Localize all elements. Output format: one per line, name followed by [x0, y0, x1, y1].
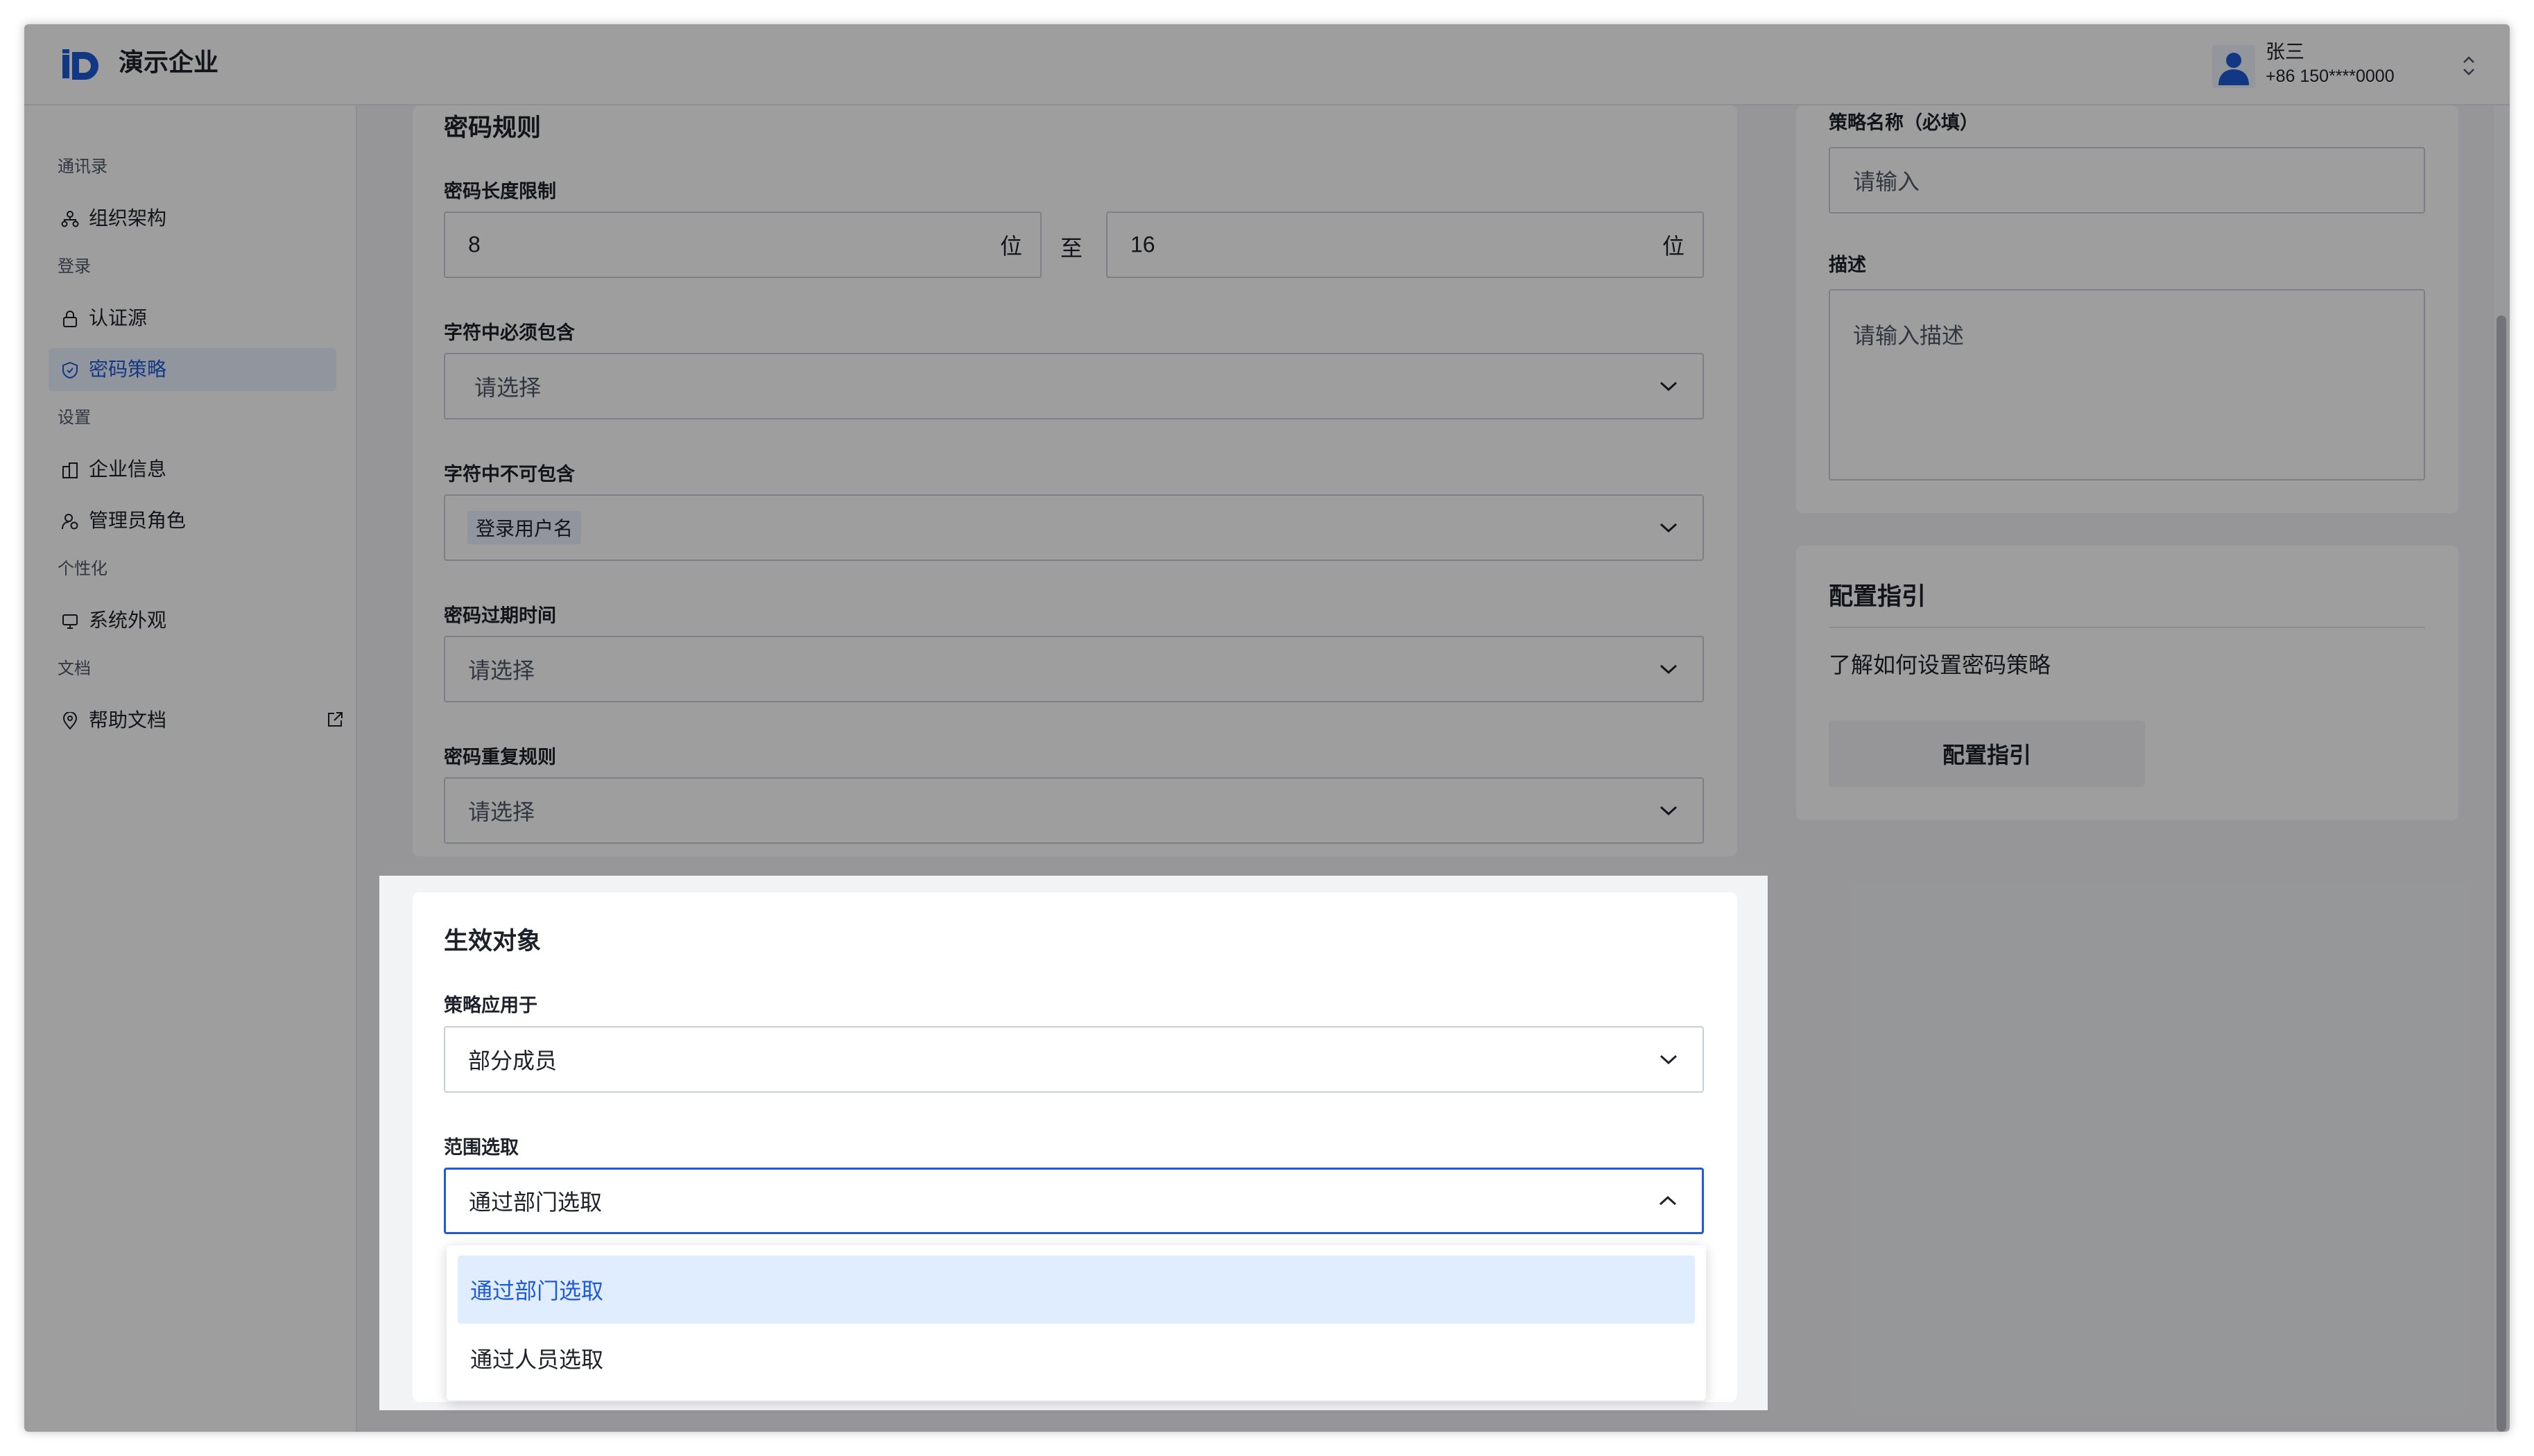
option-label: 通过人员选取 [470, 1347, 604, 1372]
spotlight-overlay [1768, 876, 2510, 1432]
scope-select[interactable]: 通过部门选取 [444, 1168, 1704, 1234]
chevron-down-icon [1660, 1055, 1678, 1065]
apply-to-select[interactable]: 部分成员 [444, 1026, 1704, 1093]
apply-to-label: 策略应用于 [444, 995, 537, 1016]
chevron-up-icon [1659, 1195, 1677, 1206]
spotlight-overlay [24, 24, 2510, 876]
scope-dropdown-menu: 通过部门选取 通过人员选取 [447, 1245, 1706, 1401]
dropdown-option-by-department[interactable]: 通过部门选取 [458, 1256, 1695, 1324]
app-window: 演示企业 张三 +86 150****0000 通讯录 组织架构 登录 认证源 … [24, 24, 2510, 1432]
option-label: 通过部门选取 [470, 1279, 604, 1303]
spotlight-overlay [379, 1410, 1768, 1432]
scope-label: 范围选取 [444, 1137, 519, 1158]
apply-to-value: 部分成员 [468, 1048, 558, 1073]
dropdown-option-by-member[interactable]: 通过人员选取 [458, 1324, 1695, 1392]
scope-value: 通过部门选取 [469, 1190, 603, 1215]
spotlight-overlay [24, 876, 379, 1432]
effective-target-title: 生效对象 [444, 928, 542, 955]
